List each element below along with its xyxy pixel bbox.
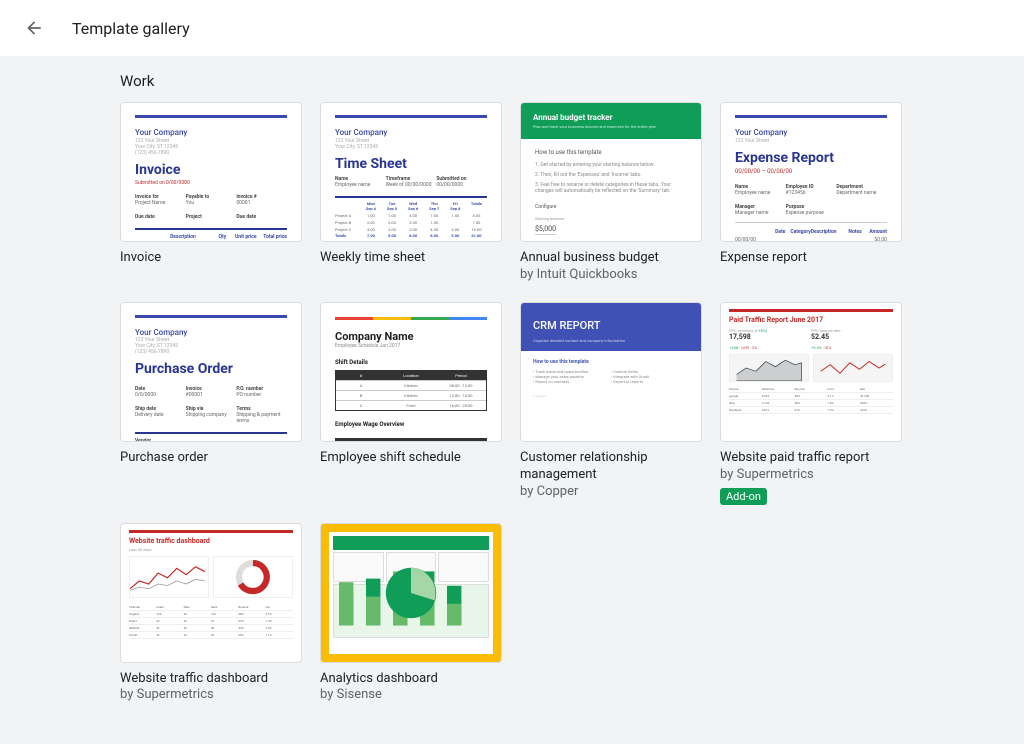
preview-how: How to use this template — [535, 149, 687, 156]
preview-config: Configure — [535, 204, 687, 210]
main-content: Work Your Company 123 Your StreetYour Ci… — [0, 56, 1024, 744]
preview-heading: Invoice — [135, 162, 287, 179]
template-title: Invoice — [120, 250, 302, 267]
template-title: Purchase order — [120, 450, 302, 467]
template-byline: by Intuit Quickbooks — [520, 267, 702, 284]
preview-amount: $5,000 — [535, 225, 556, 235]
template-card-purchase-order[interactable]: Your Company 123 Your StreetYour City, S… — [120, 302, 302, 505]
template-title: Expense report — [720, 250, 902, 267]
preview-company: Your Company — [335, 128, 487, 138]
preview-company: Your Company — [135, 328, 287, 338]
template-thumbnail: CRM REPORT Organize detailed contact and… — [520, 302, 702, 442]
page-title: Template gallery — [72, 19, 190, 38]
back-arrow-icon[interactable] — [24, 18, 44, 38]
template-thumbnail: Your Company 123 Your Street Expense Rep… — [720, 102, 902, 242]
preview-subline: 00/00/00 – 00/00/00 — [735, 168, 887, 175]
template-title: Website traffic dashboard — [120, 671, 302, 688]
template-title: Employee shift schedule — [320, 450, 502, 467]
template-thumbnail: Paid Traffic Report June 2017 PPC sessio… — [720, 302, 902, 442]
preview-heading: Annual budget tracker — [533, 113, 689, 122]
header: Template gallery — [0, 0, 1024, 56]
template-thumbnail: Your Company 123 Your StreetYour City, S… — [120, 102, 302, 242]
template-card-traffic-dashboard[interactable]: Website traffic dashboard Last 30 days C… — [120, 523, 302, 705]
template-thumbnail: Website traffic dashboard Last 30 days C… — [120, 523, 302, 663]
template-card-expense[interactable]: Your Company 123 Your Street Expense Rep… — [720, 102, 902, 284]
template-thumbnail: Annual budget tracker Plan and track you… — [520, 102, 702, 242]
template-card-timesheet[interactable]: Your Company 123 Your StreetYour City, S… — [320, 102, 502, 284]
template-title: Customer relationship management — [520, 450, 702, 484]
preview-heading: Website traffic dashboard — [129, 537, 293, 545]
template-byline: by Copper — [520, 484, 702, 501]
template-thumbnail: Company Name Employee Schedule Jan 2017 … — [320, 302, 502, 442]
template-card-invoice[interactable]: Your Company 123 Your StreetYour City, S… — [120, 102, 302, 284]
template-grid: Your Company 123 Your StreetYour City, S… — [120, 102, 904, 704]
template-card-crm[interactable]: CRM REPORT Organize detailed contact and… — [520, 302, 702, 505]
template-title: Weekly time sheet — [320, 250, 502, 267]
preview-company: Your Company — [135, 128, 287, 138]
preview-subline: Submitted on 0/00/0000 — [135, 180, 287, 186]
section-title: Work — [120, 72, 904, 90]
preview-heading: Paid Traffic Report June 2017 — [729, 316, 893, 324]
preview-how: How to use this template — [533, 359, 689, 365]
template-byline: by Supermetrics — [720, 467, 902, 484]
template-title: Website paid traffic report — [720, 450, 902, 467]
template-title: Analytics dashboard — [320, 671, 502, 688]
template-thumbnail: Your Company 123 Your StreetYour City, S… — [120, 302, 302, 442]
preview-sub: Employee Schedule Jan 2017 — [335, 343, 487, 349]
preview-heading: Company Name — [335, 330, 487, 343]
template-byline: by Sisense — [320, 687, 502, 704]
template-card-paid-traffic[interactable]: Paid Traffic Report June 2017 PPC sessio… — [720, 302, 902, 505]
preview-heading: CRM REPORT — [533, 319, 689, 332]
template-thumbnail — [320, 523, 502, 663]
template-card-budget[interactable]: Annual budget tracker Plan and track you… — [520, 102, 702, 284]
preview-heading: Purchase Order — [135, 361, 287, 378]
template-byline: by Supermetrics — [120, 687, 302, 704]
preview-heading: Expense Report — [735, 150, 887, 167]
preview-company: Your Company — [735, 128, 887, 138]
template-title: Annual business budget — [520, 250, 702, 267]
template-card-shift-schedule[interactable]: Company Name Employee Schedule Jan 2017 … — [320, 302, 502, 505]
template-thumbnail: Your Company 123 Your StreetYour City, S… — [320, 102, 502, 242]
preview-heading: Time Sheet — [335, 156, 487, 173]
addon-badge: Add-on — [720, 488, 767, 505]
template-card-analytics[interactable]: Analytics dashboard by Sisense — [320, 523, 502, 705]
